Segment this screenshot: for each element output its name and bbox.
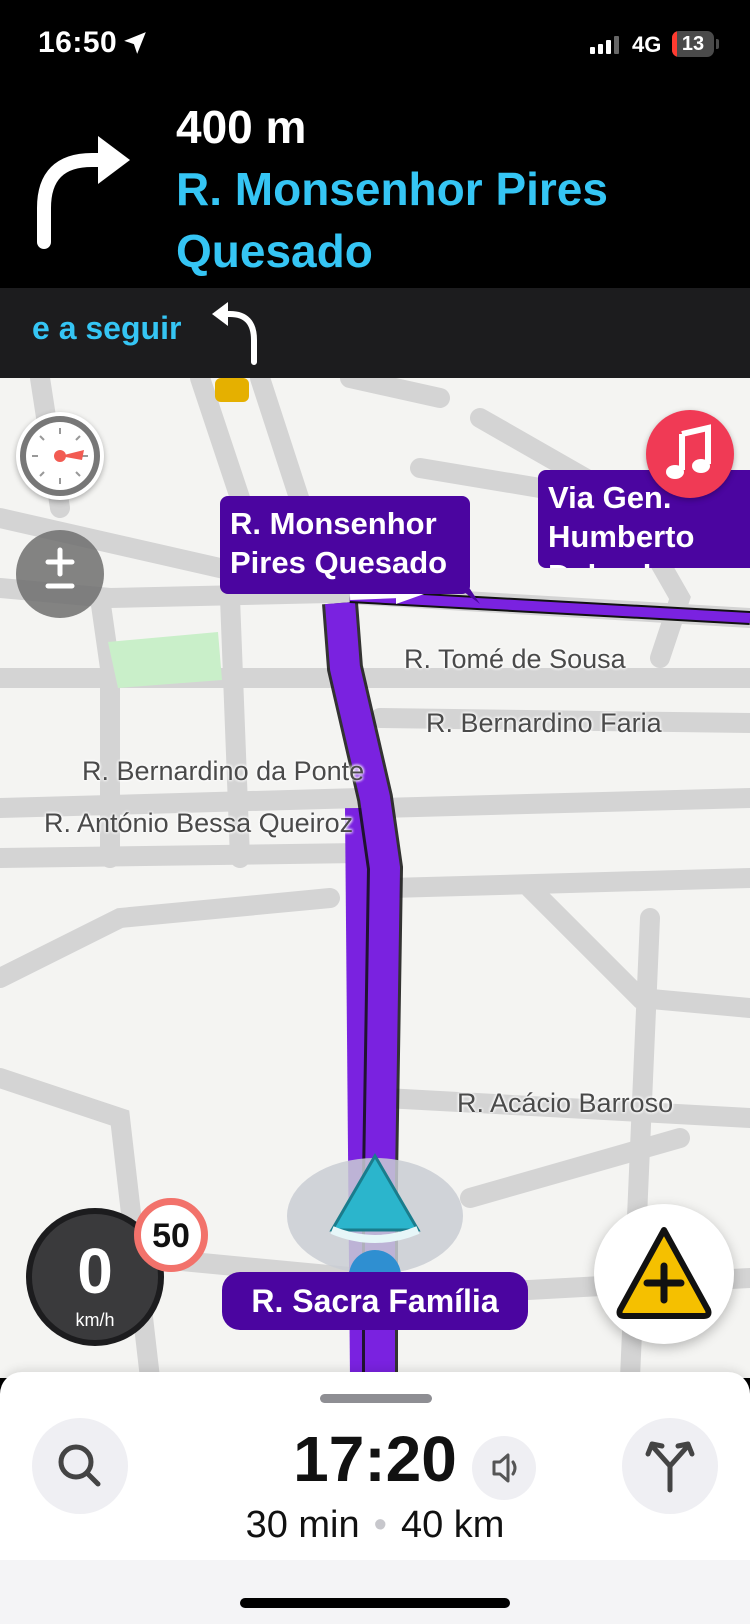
status-bar: 16:50 4G 13: [0, 0, 750, 90]
current-street-label: R. Sacra Família: [222, 1272, 528, 1330]
turn-street-callout: R. Monsenhor Pires Quesado: [220, 496, 470, 594]
compass-needle-icon: [32, 428, 88, 484]
speed-unit: km/h: [75, 1310, 115, 1330]
turn-street-name: R. Monsenhor Pires Quesado: [176, 163, 608, 277]
street-label: R. Bernardino da Ponte: [82, 756, 365, 786]
battery-cap: [716, 39, 719, 49]
callout-pointer: [440, 574, 480, 604]
speaker-icon: [492, 1453, 517, 1483]
sound-button[interactable]: [472, 1436, 536, 1500]
battery-icon: 13: [672, 31, 714, 57]
route-fork-icon: [645, 1441, 695, 1493]
speed-limit-value: 50: [152, 1217, 190, 1255]
trip-duration: 30 min: [245, 1504, 360, 1546]
next-turn-label: e a seguir: [32, 310, 182, 346]
network-type: 4G: [632, 32, 662, 57]
turn-right-icon: [37, 136, 130, 249]
next-turn-bar[interactable]: e a seguir: [0, 288, 750, 378]
turn-distance: 400 m: [176, 101, 307, 153]
battery-percent: 13: [681, 33, 705, 55]
compass-button[interactable]: [16, 412, 104, 500]
zoom-in-out-icon: [45, 547, 75, 589]
status-time: 16:50: [38, 26, 118, 59]
home-indicator[interactable]: [240, 1598, 510, 1608]
compass-dial: [26, 422, 94, 490]
warning-add-icon: [616, 1227, 712, 1319]
turn-left-icon: [212, 302, 257, 365]
street-label: R. Acácio Barroso: [457, 1088, 674, 1118]
alternate-routes-button[interactable]: [622, 1418, 718, 1514]
cellular-signal-icon: [590, 34, 619, 54]
bottom-safe-area: [0, 1560, 750, 1624]
speed-limit-sign: 50: [134, 1198, 208, 1272]
music-note-icon: [666, 424, 711, 479]
separator-dot: •: [373, 1504, 387, 1546]
location-arrow-icon: [124, 32, 146, 54]
zoom-button[interactable]: [16, 530, 104, 618]
street-label: R. Bernardino Faria: [426, 708, 662, 738]
turn-instruction[interactable]: 400 m R. Monsenhor Pires Quesado: [0, 90, 750, 288]
street-label: R. António Bessa Queiroz: [44, 808, 354, 838]
panel-handle[interactable]: [320, 1394, 432, 1403]
report-hazard-button[interactable]: [594, 1204, 734, 1344]
trip-distance: 40 km: [400, 1504, 505, 1546]
music-player-button[interactable]: [646, 410, 734, 498]
street-label: R. Tomé de Sousa: [404, 644, 626, 674]
traffic-car-icon: [215, 378, 249, 402]
